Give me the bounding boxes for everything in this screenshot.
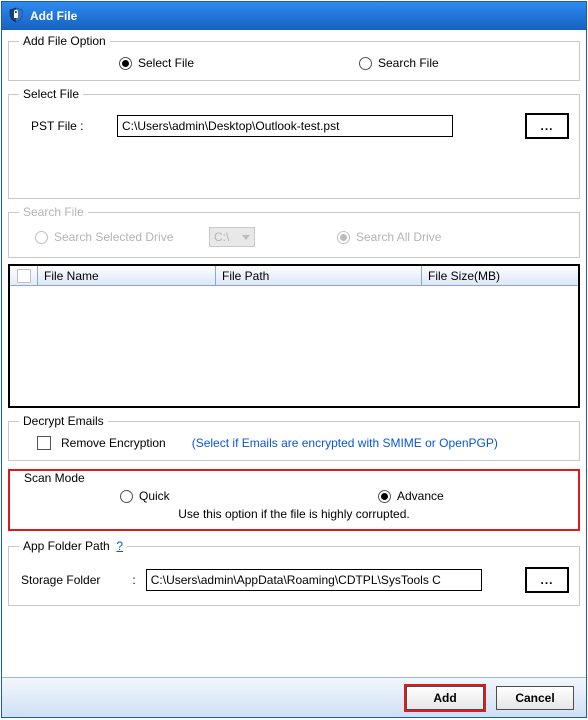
advance-scan-label: Advance <box>397 489 444 503</box>
add-file-option-group: Add File Option Select File Search File <box>8 34 580 81</box>
pst-file-label: PST File : <box>31 119 99 133</box>
radio-icon <box>119 57 132 70</box>
remove-encryption-checkbox[interactable] <box>37 436 51 450</box>
scan-mode-highlight: Scan Mode Quick Advance Use this option … <box>8 469 580 531</box>
decrypt-emails-group: Decrypt Emails Remove Encryption (Select… <box>8 414 580 461</box>
storage-folder-colon: : <box>132 573 135 587</box>
decrypt-hint: (Select if Emails are encrypted with SMI… <box>192 436 498 450</box>
advance-scan-radio[interactable]: Advance <box>378 489 444 503</box>
app-folder-path-legend: App Folder Path ? <box>19 539 127 553</box>
col-file-name[interactable]: File Name <box>38 266 216 286</box>
shield-icon <box>8 7 30 26</box>
quick-scan-radio[interactable]: Quick <box>120 489 378 503</box>
select-file-group: Select File PST File : ... <box>8 87 580 199</box>
cancel-button[interactable]: Cancel <box>496 686 574 710</box>
pst-file-input[interactable] <box>117 115 453 137</box>
col-file-size[interactable]: File Size(MB) <box>422 266 578 286</box>
search-selected-drive-label: Search Selected Drive <box>54 230 173 244</box>
radio-icon <box>378 490 391 503</box>
add-file-option-legend: Add File Option <box>19 34 110 48</box>
search-file-radio-label: Search File <box>378 56 439 70</box>
radio-icon <box>120 490 133 503</box>
header-checkbox-cell[interactable] <box>10 266 38 286</box>
browse-storage-folder-button[interactable]: ... <box>525 567 569 593</box>
decrypt-emails-legend: Decrypt Emails <box>19 414 108 428</box>
search-file-group: Search File Search Selected Drive C:\ Se… <box>8 205 580 258</box>
search-all-drive-label: Search All Drive <box>356 230 441 244</box>
storage-folder-input[interactable] <box>146 569 482 591</box>
storage-folder-label: Storage Folder <box>21 573 100 587</box>
search-selected-drive-radio: Search Selected Drive <box>35 230 197 244</box>
window-title: Add File <box>30 9 77 23</box>
browse-pst-button[interactable]: ... <box>525 113 569 139</box>
radio-icon <box>359 57 372 70</box>
col-file-path[interactable]: File Path <box>216 266 422 286</box>
scan-mode-group: Scan Mode Quick Advance Use this option … <box>10 471 578 529</box>
search-file-legend: Search File <box>19 205 88 219</box>
dialog-footer: Add Cancel <box>2 677 586 717</box>
table-body <box>10 286 578 406</box>
scan-mode-legend: Scan Mode <box>20 471 89 485</box>
add-button[interactable]: Add <box>406 686 484 710</box>
app-folder-path-group: App Folder Path ? Storage Folder : ... <box>8 539 580 606</box>
search-all-drive-radio: Search All Drive <box>337 230 441 244</box>
select-file-legend: Select File <box>19 87 83 101</box>
drive-select-value: C:\ <box>214 230 229 244</box>
titlebar: Add File <box>2 2 586 30</box>
quick-scan-label: Quick <box>139 489 170 503</box>
search-file-radio[interactable]: Search File <box>359 56 439 70</box>
select-file-radio-label: Select File <box>138 56 194 70</box>
scan-mode-hint: Use this option if the file is highly co… <box>178 507 409 521</box>
radio-icon <box>337 231 350 244</box>
chevron-down-icon <box>242 235 250 240</box>
file-table: File Name File Path File Size(MB) <box>8 264 580 408</box>
app-folder-path-legend-text: App Folder Path <box>23 539 110 553</box>
radio-icon <box>35 231 48 244</box>
select-file-radio[interactable]: Select File <box>119 56 359 70</box>
remove-encryption-label: Remove Encryption <box>61 436 166 450</box>
drive-select: C:\ <box>209 227 255 247</box>
select-all-checkbox[interactable] <box>17 269 31 283</box>
add-file-dialog: Add File Add File Option Select File Sea… <box>1 1 587 718</box>
app-folder-help-link[interactable]: ? <box>116 539 123 553</box>
table-header: File Name File Path File Size(MB) <box>10 266 578 286</box>
